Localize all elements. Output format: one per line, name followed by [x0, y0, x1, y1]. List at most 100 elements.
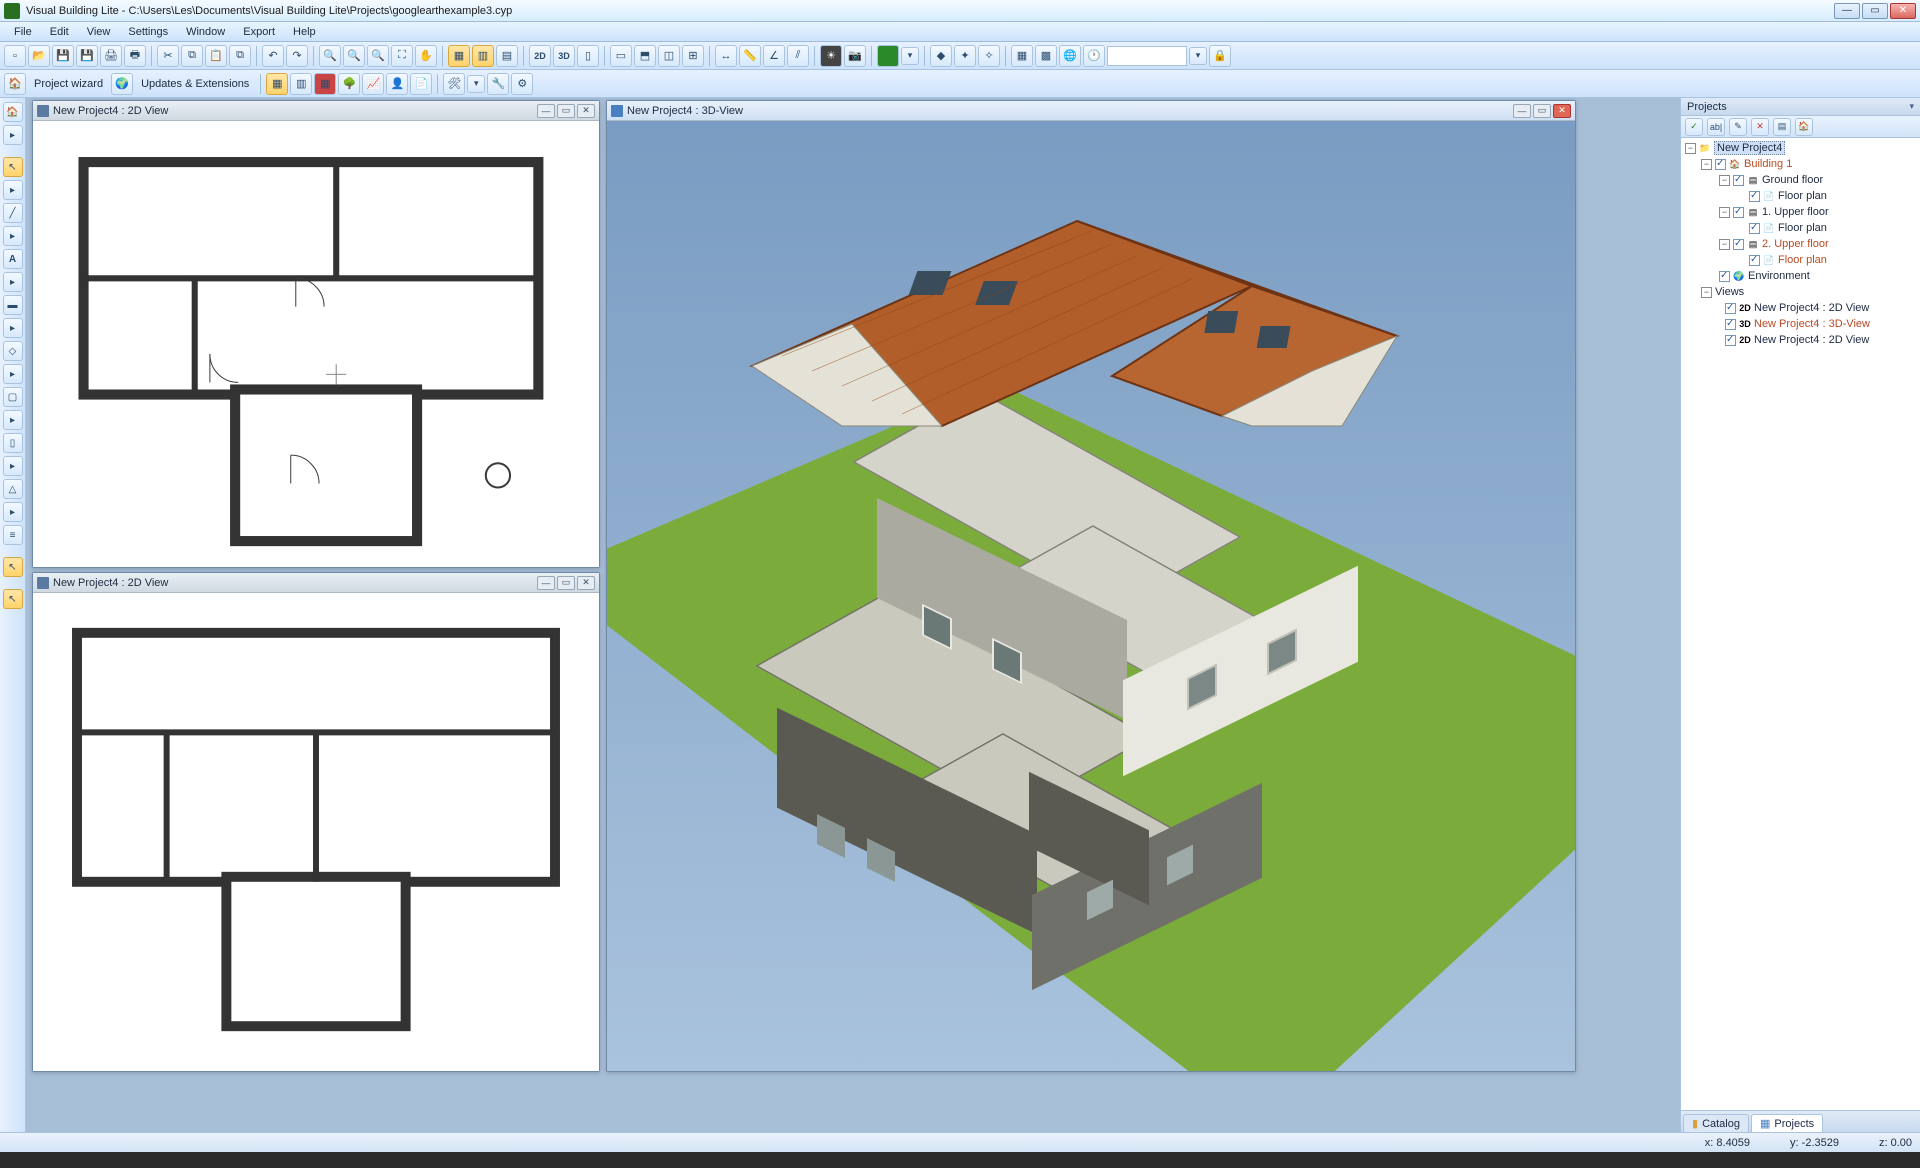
color-icon[interactable]: [877, 45, 899, 67]
camera-icon[interactable]: 📷: [844, 45, 866, 67]
tool-shape-icon[interactable]: ◇: [3, 341, 23, 361]
house-icon[interactable]: 🏠: [1795, 118, 1813, 136]
expand-6-icon[interactable]: ▸: [3, 364, 23, 384]
open-icon[interactable]: 📂: [28, 45, 50, 67]
tree-environment[interactable]: Environment: [1748, 270, 1810, 282]
render-1-icon[interactable]: ▦: [1011, 45, 1033, 67]
menu-export[interactable]: Export: [235, 24, 283, 40]
checkbox[interactable]: [1725, 319, 1736, 330]
tool-roof-icon[interactable]: △: [3, 479, 23, 499]
window-h-icon[interactable]: ⬒: [634, 45, 656, 67]
view-3d-icon[interactable]: 3D: [553, 45, 575, 67]
toolbar-input[interactable]: [1107, 46, 1187, 66]
clock-icon[interactable]: 🕐: [1083, 45, 1105, 67]
angle-icon[interactable]: ∠: [763, 45, 785, 67]
checkbox[interactable]: [1749, 223, 1760, 234]
tool-pointer-icon[interactable]: ↖: [3, 157, 23, 177]
snap-tool-icon[interactable]: ▥: [472, 45, 494, 67]
save-icon[interactable]: 💾: [52, 45, 74, 67]
tree-floorplan-ground[interactable]: Floor plan: [1778, 190, 1827, 202]
close-icon[interactable]: ✕: [1553, 104, 1571, 118]
expand-8-icon[interactable]: ▸: [3, 456, 23, 476]
tree-ground-floor[interactable]: Ground floor: [1762, 174, 1823, 186]
duplicate-icon[interactable]: ⧉: [229, 45, 251, 67]
close-icon[interactable]: ✕: [577, 576, 595, 590]
zoom-area-icon[interactable]: 🔍: [319, 45, 341, 67]
window-2d-a-body[interactable]: [33, 121, 599, 567]
chart-icon[interactable]: 📈: [362, 73, 384, 95]
tree-view-item[interactable]: New Project4 : 3D-View: [1754, 318, 1870, 330]
window-3d-titlebar[interactable]: New Project4 : 3D-View — ▭ ✕: [607, 101, 1575, 121]
min-icon[interactable]: —: [537, 104, 555, 118]
rename-icon[interactable]: ab|: [1707, 118, 1725, 136]
expand-9-icon[interactable]: ▸: [3, 502, 23, 522]
window-3d-viewport[interactable]: [607, 121, 1575, 1071]
grid-tool-icon[interactable]: ▤: [496, 45, 518, 67]
window-quad-icon[interactable]: ⊞: [682, 45, 704, 67]
tool-door-icon[interactable]: ▯: [3, 433, 23, 453]
tool-text-icon[interactable]: A: [3, 249, 23, 269]
zoom-out-icon[interactable]: 🔍: [367, 45, 389, 67]
cut-icon[interactable]: ✂: [157, 45, 179, 67]
layer-b-icon[interactable]: ▥: [290, 73, 312, 95]
checkbox[interactable]: [1715, 159, 1726, 170]
tree-floorplan-upper2[interactable]: Floor plan: [1778, 254, 1827, 266]
collapse-icon[interactable]: −: [1701, 287, 1712, 298]
tool-line-icon[interactable]: ╱: [3, 203, 23, 223]
layers-icon[interactable]: ▤: [1773, 118, 1791, 136]
view-section-icon[interactable]: ▯: [577, 45, 599, 67]
expand-4-icon[interactable]: ▸: [3, 272, 23, 292]
tool-select-icon[interactable]: ↖: [3, 557, 23, 577]
checkbox[interactable]: [1733, 175, 1744, 186]
collapse-icon[interactable]: −: [1685, 143, 1696, 154]
zoom-fit-icon[interactable]: ⛶: [391, 45, 413, 67]
close-icon[interactable]: ✕: [577, 104, 595, 118]
maximize-button[interactable]: ▭: [1862, 3, 1888, 19]
tree-building[interactable]: Building 1: [1744, 158, 1792, 170]
window-single-icon[interactable]: ▭: [610, 45, 632, 67]
menu-window[interactable]: Window: [178, 24, 233, 40]
expand-2-icon[interactable]: ▸: [3, 180, 23, 200]
tool-stairs-icon[interactable]: ≡: [3, 525, 23, 545]
material-3-icon[interactable]: ✧: [978, 45, 1000, 67]
menu-file[interactable]: File: [6, 24, 40, 40]
zoom-grab-icon[interactable]: ✋: [415, 45, 437, 67]
checkbox[interactable]: [1749, 191, 1760, 202]
material-2-icon[interactable]: ✦: [954, 45, 976, 67]
menu-settings[interactable]: Settings: [120, 24, 176, 40]
tree-views-label[interactable]: Views: [1715, 286, 1744, 298]
project-wizard-button[interactable]: Project wizard: [28, 78, 109, 90]
tree-icon[interactable]: 🌳: [338, 73, 360, 95]
minimize-button[interactable]: —: [1834, 3, 1860, 19]
tree-floorplan-upper1[interactable]: Floor plan: [1778, 222, 1827, 234]
window-2d-a-titlebar[interactable]: New Project4 : 2D View — ▭ ✕: [33, 101, 599, 121]
select-tool-icon[interactable]: ▦: [448, 45, 470, 67]
globe-icon[interactable]: 🌐: [1059, 45, 1081, 67]
window-2d-b-titlebar[interactable]: New Project4 : 2D View — ▭ ✕: [33, 573, 599, 593]
tab-projects[interactable]: ▦ Projects: [1751, 1114, 1823, 1132]
render-2-icon[interactable]: ▩: [1035, 45, 1057, 67]
max-icon[interactable]: ▭: [1533, 104, 1551, 118]
window-2d-b-body[interactable]: [33, 593, 599, 1071]
doc-icon[interactable]: 📄: [410, 73, 432, 95]
copy-icon[interactable]: ⧉: [181, 45, 203, 67]
checkbox[interactable]: [1749, 255, 1760, 266]
tree-view-item[interactable]: New Project4 : 2D View: [1754, 334, 1869, 346]
edit-icon[interactable]: ✎: [1729, 118, 1747, 136]
tool-window-icon[interactable]: ▢: [3, 387, 23, 407]
home-icon[interactable]: 🏠: [4, 73, 26, 95]
sun-icon[interactable]: ☀: [820, 45, 842, 67]
earth-icon[interactable]: 🌍: [111, 73, 133, 95]
tree-view-item[interactable]: New Project4 : 2D View: [1754, 302, 1869, 314]
chevron-down-icon[interactable]: ▾: [1909, 101, 1914, 112]
ruler-icon[interactable]: 📏: [739, 45, 761, 67]
updates-button[interactable]: Updates & Extensions: [135, 78, 255, 90]
material-1-icon[interactable]: ◆: [930, 45, 952, 67]
delete-icon[interactable]: ✕: [1751, 118, 1769, 136]
tab-catalog[interactable]: ▮ Catalog: [1683, 1114, 1749, 1132]
projects-panel-header[interactable]: Projects ▾: [1681, 98, 1920, 116]
tool-grab-icon[interactable]: ↖: [3, 589, 23, 609]
layer-a-icon[interactable]: ▦: [266, 73, 288, 95]
collapse-icon[interactable]: −: [1719, 207, 1730, 218]
tool-home-icon[interactable]: 🏠: [3, 102, 23, 122]
